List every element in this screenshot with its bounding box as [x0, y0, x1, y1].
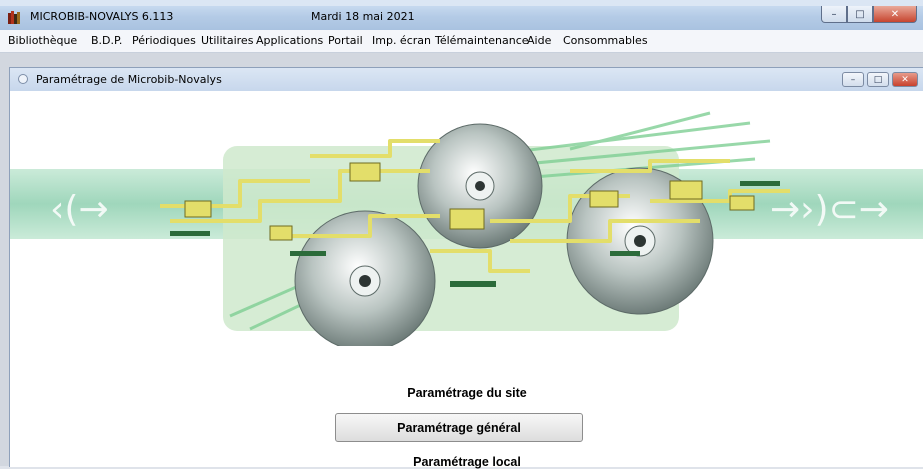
child-close-button[interactable]: ✕ [892, 72, 918, 87]
window-icon [18, 74, 28, 84]
menu-bibliotheque[interactable]: Bibliothèque [8, 34, 77, 47]
app-title-bar: MICROBIB-NOVALYS 6.113 Mardi 18 mai 2021… [0, 6, 923, 30]
mdi-background [0, 53, 923, 67]
menu-consommables[interactable]: Consommables [563, 34, 648, 47]
disc-left [294, 210, 436, 346]
child-maximize-button[interactable]: □ [867, 72, 889, 87]
section-title-site: Paramétrage du site [407, 386, 527, 400]
maximize-button[interactable]: □ [847, 6, 873, 23]
settings-window-title: Paramétrage de Microbib-Novalys [36, 73, 222, 86]
settings-window-controls: – □ ✕ [842, 72, 918, 87]
menu-periodiques[interactable]: Périodiques [132, 34, 196, 47]
close-button[interactable]: ✕ [873, 6, 917, 23]
menu-portail[interactable]: Portail [328, 34, 363, 47]
general-settings-button[interactable]: Paramétrage général [335, 413, 583, 442]
window-controls: – □ ✕ [821, 6, 917, 24]
banner-arrows-left: ‹(→ [50, 189, 109, 230]
menu-applications[interactable]: Applications [256, 34, 323, 47]
app-title: MICROBIB-NOVALYS 6.113 [30, 10, 174, 23]
settings-window: Paramétrage de Microbib-Novalys – □ ✕ ‹(… [9, 67, 923, 469]
banner-arrows-right: →›)⊂→ [770, 189, 889, 230]
app-date: Mardi 18 mai 2021 [311, 10, 415, 23]
section-title-local: Paramétrage local [413, 455, 521, 469]
minimize-button[interactable]: – [821, 6, 847, 23]
banner-image: ‹(→ →›)⊂→ [10, 111, 923, 346]
menu-utilitaires[interactable]: Utilitaires [201, 34, 253, 47]
settings-window-title-bar: Paramétrage de Microbib-Novalys – □ ✕ [10, 68, 923, 91]
child-minimize-button[interactable]: – [842, 72, 864, 87]
menu-bar: Bibliothèque B.D.P. Périodiques Utilitai… [0, 30, 923, 53]
app-books-icon [8, 11, 20, 24]
menu-imp-ecran[interactable]: Imp. écran [372, 34, 431, 47]
mdi-left-edge [0, 67, 9, 466]
menu-telemaintenance[interactable]: Télémaintenance [435, 34, 529, 47]
menu-bdp[interactable]: B.D.P. [91, 34, 122, 47]
menu-aide[interactable]: Aide [527, 34, 551, 47]
